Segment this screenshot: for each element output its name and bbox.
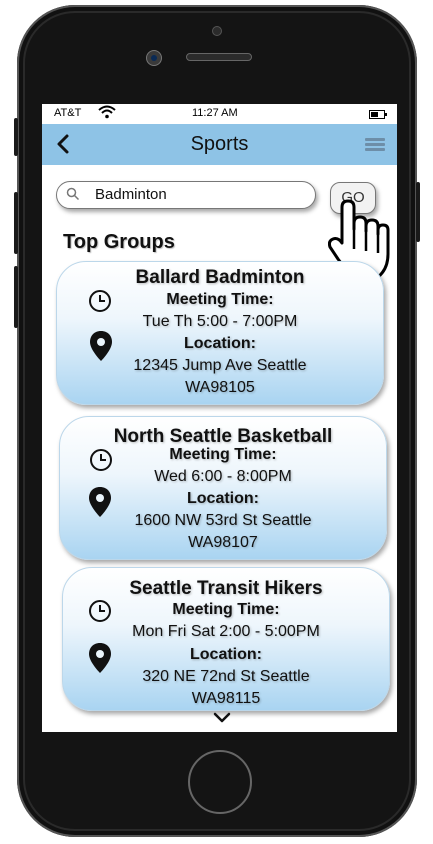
- volume-up-button: [14, 192, 18, 254]
- camera-icon: [212, 26, 222, 36]
- status-bar: AT&T 11:27 AM: [42, 104, 397, 124]
- clock-icon: [90, 449, 112, 471]
- search-input[interactable]: Badminton: [56, 181, 316, 209]
- clock-icon: [89, 600, 111, 622]
- group-name: Seattle Transit Hikers: [129, 578, 323, 599]
- location-pin-icon: [89, 643, 111, 673]
- status-time: 11:27 AM: [192, 107, 238, 119]
- location-label: Location:: [190, 646, 262, 663]
- chevron-down-icon[interactable]: [212, 712, 232, 724]
- search-icon: [66, 187, 80, 201]
- front-camera-icon: [146, 50, 162, 66]
- location-pin-icon: [90, 331, 112, 361]
- carrier-label: AT&T: [54, 107, 82, 119]
- earpiece-speaker: [186, 53, 252, 61]
- power-button: [416, 182, 420, 242]
- location-pin-icon: [89, 487, 111, 517]
- group-card-ballard-badminton[interactable]: Ballard Badminton Meeting Time: Tue Th 5…: [56, 261, 384, 405]
- battery-icon: [369, 110, 387, 119]
- address-line-2: WA98115: [191, 690, 261, 707]
- group-name: North Seattle Basketball: [113, 426, 333, 447]
- clock-icon: [89, 290, 111, 312]
- page-title: Sports: [190, 133, 249, 155]
- group-card-seattle-transit-hikers[interactable]: Seattle Transit Hikers Meeting Time: Mon…: [62, 567, 390, 711]
- meeting-time-value: Tue Th 5:00 - 7:00PM: [142, 313, 298, 330]
- home-button[interactable]: [188, 750, 252, 814]
- address-line-1: 320 NE 72nd St Seattle: [142, 668, 310, 685]
- nav-bar: Sports: [42, 124, 397, 165]
- phone-screen: AT&T 11:27 AM Sports Badminton GO Top Gr…: [42, 104, 397, 732]
- group-card-north-seattle-basketball[interactable]: North Seattle Basketball Meeting Time: W…: [59, 416, 387, 560]
- search-input-value: Badminton: [95, 186, 167, 203]
- meeting-time-value: Mon Fri Sat 2:00 - 5:00PM: [132, 623, 320, 640]
- hamburger-menu-icon[interactable]: [365, 138, 385, 152]
- wifi-icon: [98, 105, 116, 119]
- address-line-2: WA98105: [185, 379, 255, 396]
- address-line-2: WA98107: [188, 534, 258, 551]
- section-title: Top Groups: [63, 231, 175, 253]
- mute-switch: [14, 118, 18, 156]
- volume-down-button: [14, 266, 18, 328]
- group-name: Ballard Badminton: [135, 267, 305, 288]
